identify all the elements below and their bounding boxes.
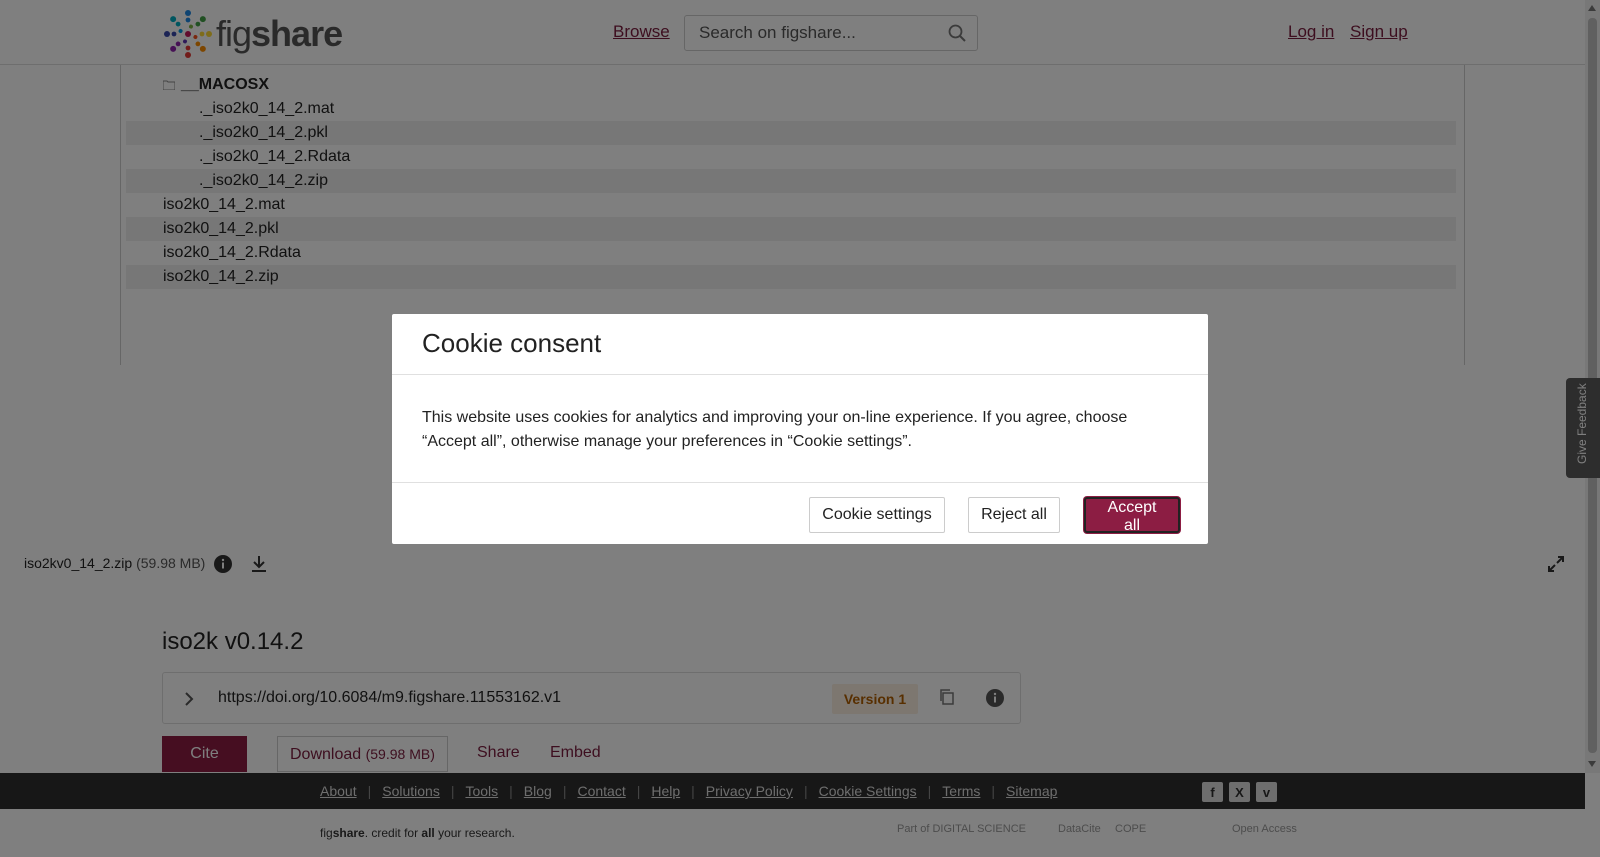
divider [392, 482, 1208, 483]
modal-title: Cookie consent [422, 328, 602, 358]
accept-all-button[interactable]: Accept all [1084, 497, 1180, 534]
cookie-consent-dialog: Cookie consent This website uses cookies… [392, 314, 1208, 544]
cookie-settings-button[interactable]: Cookie settings [809, 497, 945, 533]
reject-all-button[interactable]: Reject all [968, 497, 1060, 533]
divider [392, 374, 1208, 375]
modal-body: This website uses cookies for analytics … [422, 409, 1128, 450]
